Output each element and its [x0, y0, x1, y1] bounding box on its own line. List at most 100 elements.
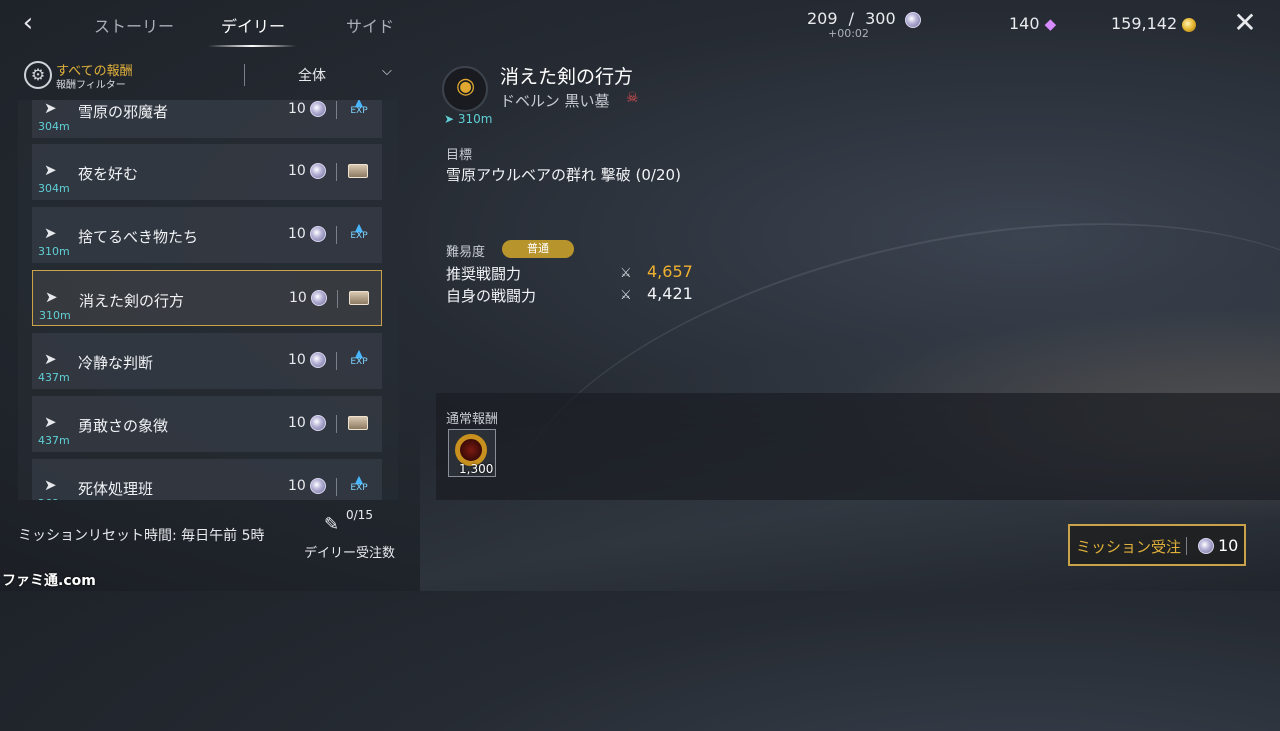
accept-mission-label: ミッション受注 — [1076, 538, 1182, 556]
gold-amount: 159,142 — [1111, 14, 1178, 33]
daily-accept-count: 0/15 — [346, 508, 373, 522]
chevron-left-icon: ‹ — [22, 8, 34, 38]
exp-label: EXP — [350, 357, 368, 367]
mission-list[interactable]: ➤ 304m 雪原の邪魔者 10 ▲ EXP ➤ 304m 夜を好む 10 ➤ 3… — [18, 100, 398, 500]
stamina-current: 209 — [807, 9, 838, 28]
divider — [336, 101, 337, 119]
mission-name: 捨てるべき物たち — [78, 228, 199, 246]
difficulty-label: 難易度 — [446, 245, 486, 260]
mission-distance: 437m — [38, 371, 70, 384]
mission-reward: 10 — [288, 478, 306, 494]
crossed-swords-icon: ⚔ — [620, 288, 632, 303]
objective-label: 目標 — [446, 148, 473, 163]
gear-icon: ⚙ — [24, 61, 52, 89]
stamina-timer: +00:02 — [828, 27, 869, 40]
daily-accept-label: デイリー受注数 — [304, 546, 396, 561]
exp-icon: ▲ EXP — [348, 348, 370, 371]
map-pin-icon: ◉ — [456, 74, 476, 99]
accept-mission-button[interactable]: ミッション受注 10 — [1068, 524, 1246, 566]
mission-distance: 304m — [38, 120, 70, 133]
mission-name: 冷静な判断 — [78, 354, 154, 372]
divider — [336, 226, 337, 244]
own-power-value: 4,421 — [647, 284, 693, 303]
filter-divider — [244, 64, 245, 86]
mission-distance: 437m — [38, 434, 70, 447]
gem-counter[interactable]: 140 ◆ — [1009, 14, 1056, 33]
mission-name: 勇敢さの象徴 — [78, 417, 169, 435]
list-item-selected[interactable]: ➤ 310m 消えた剣の行方 10 — [32, 270, 382, 326]
filter-subtitle: 報酬フィルター — [56, 80, 126, 91]
stamina-max: 300 — [865, 9, 896, 28]
reward-item-slot[interactable]: 1,300 — [448, 429, 496, 477]
mission-name: 死体処理班 — [78, 480, 154, 498]
navigation-arrow-icon: ➤ — [44, 413, 57, 431]
mission-reward: 10 — [288, 101, 306, 117]
list-item[interactable]: ➤ 304m 雪原の邪魔者 10 ▲ EXP — [32, 100, 382, 138]
tab-side[interactable]: サイド — [346, 13, 394, 37]
diamond-icon: ◆ — [1044, 15, 1057, 33]
recommended-power-value: 4,657 — [647, 262, 693, 281]
stamina-coin-icon — [904, 11, 921, 28]
divider — [336, 352, 337, 370]
chest-icon — [349, 287, 371, 309]
accept-mission-cost: 10 — [1218, 536, 1239, 555]
chest-icon — [348, 412, 370, 434]
recommended-power-label: 推奨戦闘力 — [446, 265, 522, 283]
stamina-separator: / — [848, 9, 855, 28]
back-button[interactable]: ‹ — [14, 10, 42, 38]
mission-reward: 10 — [288, 415, 306, 431]
tab-story[interactable]: ストーリー — [94, 13, 174, 37]
mission-distance: 310m — [38, 245, 70, 258]
coin-icon — [310, 226, 326, 242]
mission-distance: 310m — [39, 309, 71, 322]
difficulty-badge: 普通 — [502, 240, 574, 258]
navigation-arrow-icon: ➤ — [44, 100, 57, 117]
tab-daily[interactable]: デイリー — [221, 13, 285, 37]
gem-amount: 140 — [1009, 14, 1040, 33]
divider — [336, 478, 337, 496]
divider — [337, 290, 338, 308]
gold-coin-icon — [1182, 17, 1197, 32]
exp-icon: ▲ EXP — [348, 100, 370, 120]
mission-list-panel: ⚙ すべての報酬 報酬フィルター 全体 ⌵ ➤ 304m 雪原の邪魔者 10 ▲… — [18, 52, 398, 500]
danger-skull-icon: ☠ — [626, 90, 639, 106]
list-item[interactable]: ➤ 437m 勇敢さの象徴 10 — [32, 396, 382, 452]
list-item[interactable]: ➤ 310m 捨てるべき物たち 10 ▲ EXP — [32, 207, 382, 263]
coin-icon — [310, 478, 326, 494]
top-bar: ‹ ストーリー デイリー サイド 209 / 300 +00:02 140 ◆ … — [0, 0, 1280, 48]
chest-icon — [348, 160, 370, 182]
close-button[interactable]: ✕ — [1232, 9, 1258, 37]
coin-icon — [311, 290, 327, 306]
stamina-counter[interactable]: 209 / 300 — [807, 9, 921, 28]
navigation-arrow-icon: ➤ — [44, 224, 57, 242]
exp-label: EXP — [350, 106, 368, 116]
list-item[interactable]: ➤ 437m 冷静な判断 10 ▲ EXP — [32, 333, 382, 389]
divider — [1186, 537, 1187, 555]
mission-reward: 10 — [288, 163, 306, 179]
mission-reward: 10 — [289, 290, 307, 306]
navigation-arrow-icon: ➤ — [45, 288, 58, 306]
mission-reset-time: ミッションリセット時間: 毎日午前 5時 — [18, 528, 265, 544]
mission-name: 雪原の邪魔者 — [78, 103, 169, 121]
divider — [336, 415, 337, 433]
location-pin-button[interactable]: ◉ — [442, 66, 488, 112]
divider — [336, 163, 337, 181]
coin-icon — [310, 352, 326, 368]
active-tab-indicator — [208, 45, 296, 47]
own-power-label: 自身の戦闘力 — [446, 287, 537, 305]
mission-name: 消えた剣の行方 — [79, 292, 185, 310]
coin-icon — [310, 415, 326, 431]
mission-location: ドベルン 黒い墓 — [500, 92, 610, 110]
mission-name: 夜を好む — [78, 165, 139, 183]
list-item[interactable]: ➤ 269m 死体処理班 10 ▲EXP — [32, 459, 382, 500]
chevron-down-icon[interactable]: ⌵ — [382, 64, 392, 79]
reward-label: 通常報酬 — [446, 412, 499, 427]
detail-distance: ➤ 310m — [444, 112, 493, 126]
navigation-arrow-icon: ➤ — [44, 161, 57, 179]
filter-dropdown-value[interactable]: 全体 — [298, 65, 326, 85]
gold-counter[interactable]: 159,142 — [1111, 14, 1197, 33]
coin-icon — [1198, 538, 1214, 554]
list-item[interactable]: ➤ 304m 夜を好む 10 — [32, 144, 382, 200]
reward-filter-bar[interactable]: ⚙ すべての報酬 報酬フィルター 全体 ⌵ — [18, 52, 418, 98]
mission-reward: 10 — [288, 352, 306, 368]
